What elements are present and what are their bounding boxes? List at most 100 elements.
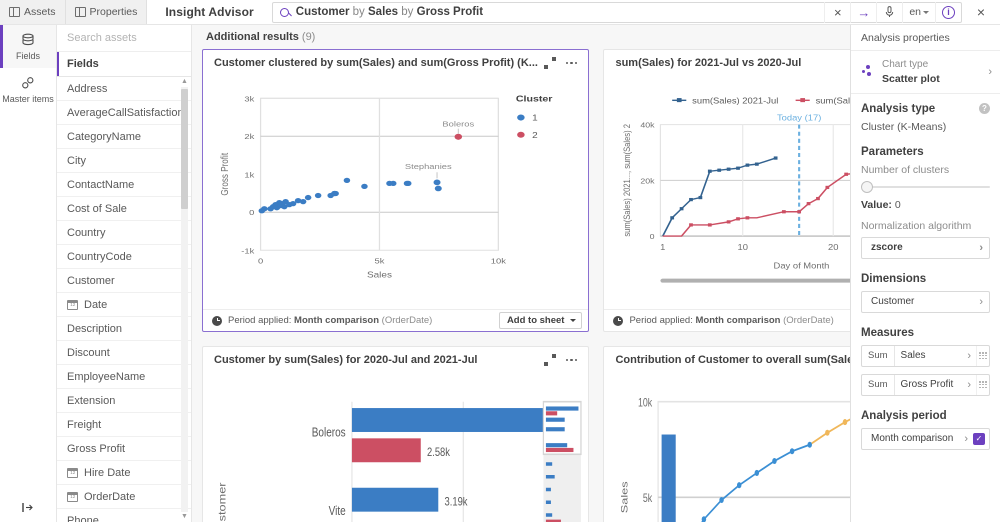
card-title: sum(Sales) for 2021-Jul vs 2020-Jul (615, 57, 802, 69)
collapse-panel-button[interactable] (0, 492, 56, 522)
sidebar-item-master-items[interactable]: Master items (0, 68, 56, 111)
close-button[interactable]: × (962, 0, 1000, 24)
svg-text:20: 20 (828, 243, 839, 252)
submit-search-icon[interactable]: → (850, 1, 876, 23)
list-item[interactable]: Description (57, 317, 191, 341)
query-part-1: Customer (295, 6, 350, 18)
analysis-period-checkbox[interactable]: ✓ (973, 432, 985, 445)
clear-search-icon[interactable]: × (824, 1, 850, 23)
result-card-scatter[interactable]: Customer clustered by sum(Sales) and sum… (202, 49, 590, 332)
assets-toggle-button[interactable]: Assets (0, 0, 66, 24)
microphone-icon[interactable] (876, 1, 902, 23)
sidebar-item-master-items-label: Master items (2, 93, 54, 104)
field-label: Extension (67, 394, 116, 407)
expand-icon[interactable] (543, 353, 557, 367)
properties-toggle-button[interactable]: Properties (65, 0, 148, 24)
list-item[interactable]: Country (57, 221, 191, 245)
sidebar-item-fields[interactable]: Fields (0, 25, 56, 68)
list-item[interactable]: Discount (57, 341, 191, 365)
field-label: Date (84, 298, 108, 311)
field-list-scrollbar[interactable]: ▲ ▼ (180, 77, 189, 522)
list-item[interactable]: City (57, 149, 191, 173)
list-item[interactable]: CategoryName (57, 125, 191, 149)
add-to-sheet-button[interactable]: Add to sheet (498, 312, 583, 329)
list-item[interactable]: ContactName (57, 173, 191, 197)
num-clusters-slider[interactable] (861, 180, 990, 193)
clock-icon (613, 315, 624, 326)
properties-toggle-label: Properties (89, 6, 138, 18)
list-item[interactable]: Freight (57, 413, 191, 437)
svg-text:Sales: Sales (367, 270, 393, 279)
more-options-icon[interactable] (563, 61, 581, 65)
period-label: Period applied: (629, 315, 693, 326)
card-chart-bar[interactable]: Customer 8.28k 2.58k Boleros 3.19k (203, 373, 588, 522)
list-item[interactable]: 12 OrderDate (57, 485, 191, 509)
scrollbar-track[interactable] (181, 87, 188, 512)
result-card-line[interactable]: sum(Sales) for 2021-Jul vs 2020-Jul sum(… (603, 49, 850, 332)
value-row: Value: 0 (861, 199, 990, 211)
list-item[interactable]: Extension (57, 389, 191, 413)
field-list[interactable]: Address AverageCallSatisfaction Category… (57, 77, 191, 522)
more-options-icon[interactable] (563, 358, 581, 362)
field-label: ContactName (67, 178, 135, 191)
card-chart-scatter[interactable]: 3k 2k 1k 0 -1k 0 5k 10k Sales Gross Prof… (203, 76, 588, 309)
period-label: Period applied: (228, 315, 292, 326)
normalization-select[interactable]: zscore › (861, 236, 990, 259)
scroll-up-icon[interactable]: ▲ (181, 77, 188, 87)
slider-knob[interactable] (861, 180, 873, 193)
list-item[interactable]: Address (57, 77, 191, 101)
list-item[interactable]: EmployeeName (57, 365, 191, 389)
result-card-bar[interactable]: Customer by sum(Sales) for 2020-Jul and … (202, 346, 590, 522)
field-label: Freight (67, 418, 102, 431)
expand-icon[interactable] (543, 56, 557, 70)
card-footer: Period applied: Month comparison (OrderD… (604, 309, 850, 331)
list-item[interactable]: Customer (57, 269, 191, 293)
period-note: (OrderDate) (783, 315, 834, 326)
card-chart-line[interactable]: sum(Sales) 2021-Jul sum(Sales) 2020-Jul (604, 76, 850, 309)
svg-text:1k: 1k (244, 170, 255, 179)
info-button[interactable]: i (935, 1, 961, 23)
list-item[interactable]: CountryCode (57, 245, 191, 269)
svg-text:10k: 10k (638, 396, 653, 410)
list-item[interactable]: 12 Hire Date (57, 461, 191, 485)
measure-sales[interactable]: Sum Sales › (861, 344, 990, 367)
dimension-name: Customer (871, 296, 915, 308)
period-applied-text: Period applied: Month comparison (OrderD… (629, 315, 850, 326)
list-item[interactable]: Gross Profit (57, 437, 191, 461)
value-label: Value: (861, 198, 892, 211)
search-input[interactable]: Customer by Sales by Gross Profit × → en… (271, 1, 962, 23)
dimensions-header: Dimensions (861, 273, 990, 285)
svg-text:Vite: Vite (329, 505, 346, 518)
chevron-right-icon: › (979, 295, 983, 308)
svg-text:Today (17): Today (17) (777, 113, 821, 122)
link-icon (21, 76, 35, 91)
assets-search-input[interactable]: Search assets (57, 25, 191, 52)
language-selector[interactable]: en (902, 1, 935, 23)
slider-track[interactable] (870, 185, 990, 188)
svg-text:sum(Sales) 2021-Jul: sum(Sales) 2021-Jul (693, 96, 779, 105)
field-label: Address (67, 82, 108, 95)
scroll-down-icon[interactable]: ▼ (181, 512, 188, 522)
svg-text:5k: 5k (375, 256, 386, 265)
result-card-pareto[interactable]: Contribution of Customer to overall sum(… (603, 346, 850, 522)
analysis-period-row[interactable]: Month comparison › ✓ (861, 427, 990, 450)
chart-type-label: Chart type (882, 59, 929, 70)
dimension-customer[interactable]: Customer › (861, 290, 990, 313)
left-rail: Fields Master items (0, 25, 57, 522)
list-item[interactable]: Cost of Sale (57, 197, 191, 221)
list-item[interactable]: Phone (57, 509, 191, 522)
card-chart-pareto[interactable]: 10k 5k 0 Sales 100.00% 80.00% 60.00% 40.… (604, 373, 850, 522)
scrollbar-thumb[interactable] (181, 89, 188, 209)
list-item[interactable]: AverageCallSatisfaction (57, 101, 191, 125)
drag-handle-icon[interactable] (976, 345, 989, 366)
chart-type-row[interactable]: Chart type Scatter plot › (851, 51, 1000, 94)
help-icon[interactable]: ? (979, 103, 990, 115)
list-item[interactable]: 12 Date (57, 293, 191, 317)
query-part-2: Sales (368, 6, 399, 18)
drag-handle-icon[interactable] (976, 374, 989, 395)
svg-text:40k: 40k (641, 121, 656, 129)
measure-gross-profit[interactable]: Sum Gross Profit › (861, 373, 990, 396)
chart-type-value: Scatter plot (882, 72, 940, 85)
collapse-icon (22, 502, 33, 512)
measure-agg: Sum (862, 345, 895, 366)
